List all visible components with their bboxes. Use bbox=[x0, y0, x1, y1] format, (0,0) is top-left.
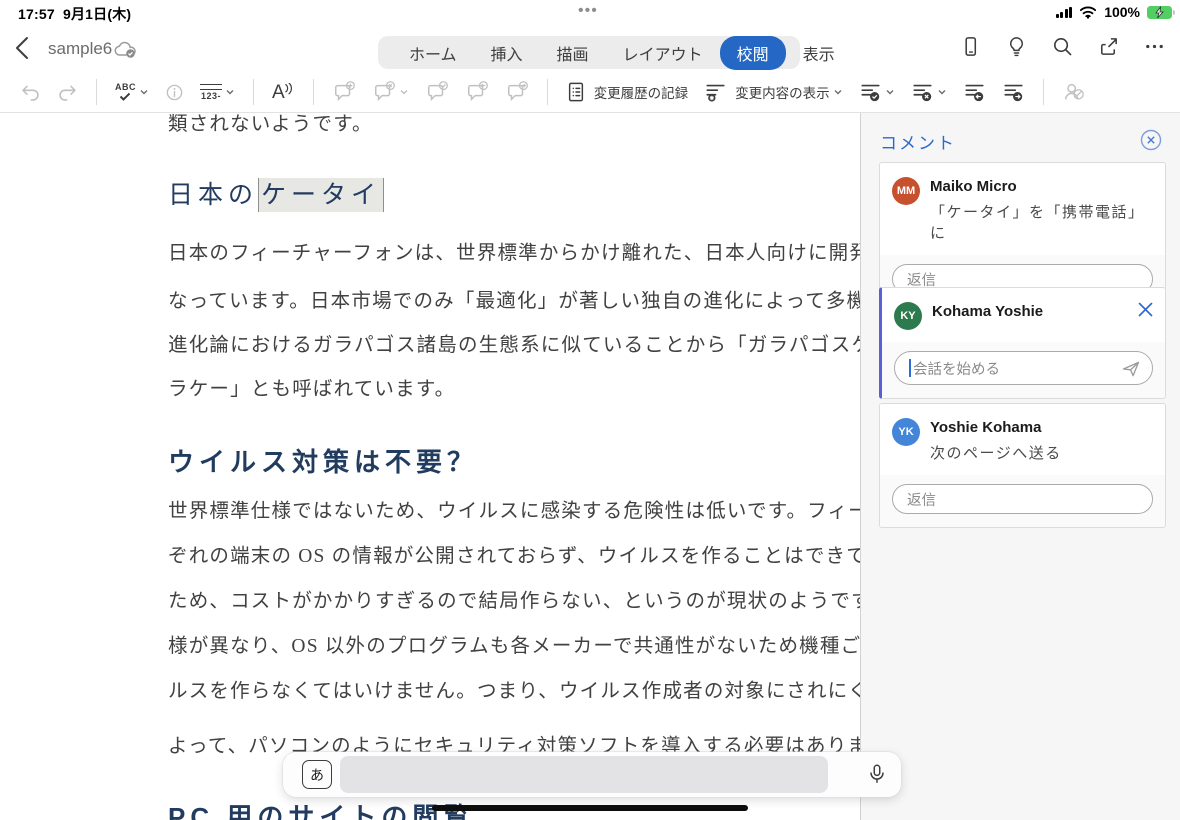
document-text-line: 日本のフィーチャーフォンは、世界標準からかけ離れた、日本人向けに開発され bbox=[168, 243, 860, 264]
comment-author: Maiko Micro bbox=[930, 178, 1017, 195]
text-cursor bbox=[909, 359, 911, 377]
reject-change-button[interactable] bbox=[903, 81, 955, 103]
dictation-mic-icon[interactable] bbox=[866, 763, 888, 785]
back-icon[interactable] bbox=[12, 35, 36, 61]
close-comments-icon[interactable] bbox=[1140, 129, 1162, 151]
undo-button[interactable] bbox=[12, 82, 49, 103]
comments-panel-title: コメント bbox=[880, 134, 956, 153]
avatar: MM bbox=[892, 177, 920, 205]
tab-draw[interactable]: 描画 bbox=[540, 37, 606, 69]
spell-check-button[interactable]: ABC bbox=[107, 83, 157, 101]
chevron-down-icon bbox=[938, 90, 946, 95]
previous-change-button[interactable] bbox=[955, 81, 994, 103]
document-text-line: なっています。日本市場でのみ「最適化」が著しい独自の進化によって多機能に bbox=[168, 291, 860, 312]
comment-highlight[interactable]: ケータイ bbox=[258, 178, 385, 212]
language-key[interactable]: あ bbox=[302, 760, 332, 789]
status-date: 9月1日(木) bbox=[63, 6, 132, 22]
tab-insert[interactable]: 挿入 bbox=[474, 37, 540, 69]
read-aloud-icon: A bbox=[272, 82, 295, 102]
chevron-down-icon bbox=[226, 90, 234, 95]
cellular-signal-icon bbox=[1055, 6, 1073, 18]
comment-card-active[interactable]: KY Kohama Yoshie 会話を始める bbox=[879, 287, 1166, 399]
avatar: YK bbox=[892, 418, 920, 446]
read-aloud-button[interactable]: A bbox=[264, 82, 303, 102]
comment-text: 「ケータイ」を「携帯電話」に bbox=[930, 204, 1145, 243]
battery-percent: 100% bbox=[1104, 4, 1140, 20]
display-for-review-label: 変更内容の表示 bbox=[735, 86, 830, 101]
keyboard-accessory-bar: あ bbox=[283, 752, 901, 797]
comment-author: Kohama Yoshie bbox=[932, 303, 1044, 320]
document-text-line: ルスを作らなくてはいけません。つまり、ウイルス作成者の対象にされにくい bbox=[168, 681, 860, 702]
chevron-down-icon bbox=[140, 90, 148, 95]
review-ribbon: ABC 123- A 変更履歴の記録 変更内容の表示 bbox=[0, 72, 1180, 113]
multitasking-dots-icon[interactable]: ••• bbox=[578, 2, 598, 20]
cancel-comment-icon[interactable] bbox=[1138, 302, 1153, 317]
status-clock: 17:57 9月1日(木) bbox=[18, 4, 131, 24]
wifi-icon bbox=[1080, 6, 1097, 19]
comment-card[interactable]: YK Yoshie Kohama 次のページへ送る 返信 bbox=[879, 403, 1166, 529]
blocked-authors-button[interactable] bbox=[1054, 81, 1093, 103]
display-for-review-button[interactable]: 変更内容の表示 bbox=[696, 81, 851, 103]
new-comment-button[interactable] bbox=[324, 81, 364, 103]
tab-home[interactable]: ホーム bbox=[392, 37, 474, 69]
document-title[interactable]: sample6 bbox=[48, 39, 112, 59]
cloud-saved-icon bbox=[114, 41, 136, 58]
spell-check-icon: ABC bbox=[115, 83, 136, 101]
document-text-line: ため、コストがかかりすぎるので結局作らない、というのが現状のようです。ま bbox=[168, 591, 860, 612]
display-for-review-icon bbox=[706, 84, 725, 102]
comments-panel: コメント MM Maiko Micro 「ケータイ」を「携帯電話」に 返信 KY… bbox=[860, 113, 1180, 820]
reply-placeholder: 返信 bbox=[907, 492, 936, 509]
document-text-line: 進化論におけるガラパゴス諸島の生態系に似ていることから「ガラパゴスケータイ bbox=[168, 335, 860, 356]
mobile-view-icon[interactable] bbox=[959, 35, 982, 58]
battery-charging-icon bbox=[1147, 5, 1175, 19]
status-time: 17:57 bbox=[18, 6, 55, 22]
search-icon[interactable] bbox=[1051, 35, 1074, 58]
next-comment-button[interactable] bbox=[497, 81, 537, 103]
home-indicator[interactable] bbox=[432, 805, 748, 811]
heading-virus-taisaku: ウイルス対策は不要？ bbox=[168, 447, 479, 477]
track-changes-icon bbox=[568, 82, 583, 102]
share-icon[interactable] bbox=[1097, 35, 1120, 58]
heading-pc-site: PC 用のサイトの閲覧 bbox=[168, 802, 475, 820]
delete-comment-button[interactable] bbox=[364, 81, 417, 103]
document-text-line: 様が異なり、OS 以外のプログラムも各メーカーで共通性がないため機種ごとに bbox=[168, 636, 860, 657]
reply-input[interactable]: 返信 bbox=[892, 484, 1153, 515]
line-numbers-icon: 123- bbox=[200, 83, 222, 101]
chevron-down-icon bbox=[834, 90, 842, 95]
tab-review[interactable]: 校閲 bbox=[719, 35, 786, 70]
status-bar: 17:57 9月1日(木) ••• 100% bbox=[0, 0, 1180, 25]
redo-button[interactable] bbox=[49, 82, 86, 103]
document-text-line: ぞれの端末の OS の情報が公開されておらず、ウイルスを作ることはできても、 bbox=[168, 546, 860, 567]
resolve-comment-button[interactable] bbox=[417, 81, 457, 103]
heading-nihon-no-keitai: 日本の ケータイ bbox=[168, 175, 385, 212]
send-comment-icon[interactable] bbox=[1121, 359, 1141, 379]
next-change-button[interactable] bbox=[994, 81, 1033, 103]
smart-lookup-button[interactable] bbox=[157, 83, 192, 102]
tab-layout[interactable]: レイアウト bbox=[606, 37, 720, 69]
ribbon-tab-bar: ホーム 挿入 描画 レイアウト 校閲 表示 bbox=[378, 35, 835, 70]
input-suggestion-strip[interactable] bbox=[340, 756, 828, 793]
more-options-icon[interactable] bbox=[1143, 35, 1166, 58]
previous-comment-button[interactable] bbox=[457, 81, 497, 103]
accept-change-button[interactable] bbox=[851, 81, 903, 103]
track-changes-button[interactable]: 変更履歴の記録 bbox=[558, 81, 697, 103]
document-text-line: ラケー」とも呼ばれています。 bbox=[168, 379, 456, 400]
comment-text: 次のページへ送る bbox=[930, 445, 1062, 463]
document-page[interactable]: 類されないようです。 日本の ケータイ 日本のフィーチャーフォンは、世界標準からか… bbox=[0, 113, 860, 820]
heading-text: 日本の bbox=[168, 181, 259, 209]
comment-input-placeholder: 会話を始める bbox=[913, 361, 1000, 378]
document-text-line: 類されないようです。 bbox=[168, 114, 373, 135]
avatar: KY bbox=[894, 302, 922, 330]
tab-view[interactable]: 表示 bbox=[786, 37, 852, 69]
track-changes-label: 変更履歴の記録 bbox=[593, 86, 689, 101]
comment-author: Yoshie Kohama bbox=[930, 419, 1042, 436]
chevron-down-icon bbox=[886, 90, 894, 95]
new-comment-input[interactable]: 会話を始める bbox=[894, 351, 1153, 385]
title-bar: sample6 ホーム 挿入 描画 レイアウト 校閲 表示 bbox=[0, 25, 1180, 72]
line-numbers-button[interactable]: 123- bbox=[192, 83, 243, 101]
chevron-down-icon bbox=[400, 90, 408, 95]
document-text-line: 世界標準仕様ではないため、ウイルスに感染する危険性は低いです。フィーチャ bbox=[168, 501, 860, 522]
lightbulb-icon[interactable] bbox=[1005, 35, 1028, 58]
